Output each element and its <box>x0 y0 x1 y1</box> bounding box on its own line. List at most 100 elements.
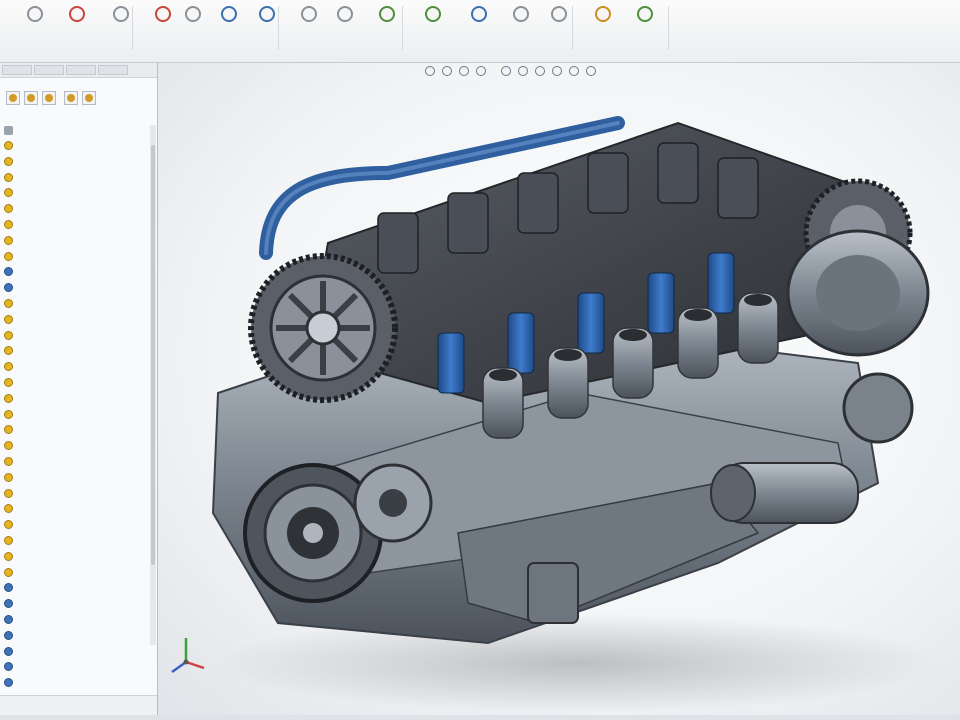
feature-yellow-icon <box>4 235 13 245</box>
feature-yellow-icon <box>4 520 13 530</box>
tree-root[interactable] <box>0 125 150 137</box>
curves-icon <box>595 6 611 22</box>
feature-yellow-icon <box>4 362 13 372</box>
ribbon-tool-button[interactable] <box>364 4 410 52</box>
sensors-button[interactable] <box>82 91 96 105</box>
tree-item[interactable] <box>0 218 150 232</box>
appearance-icon[interactable] <box>552 66 562 76</box>
section-view-icon[interactable] <box>476 66 486 76</box>
ribbon-tool-button[interactable] <box>322 4 368 52</box>
graphics-area[interactable] <box>158 63 960 715</box>
ribbon-separator <box>132 6 133 50</box>
tree-item[interactable] <box>0 281 150 295</box>
display-icon <box>27 94 35 102</box>
ribbon-tool-button[interactable] <box>410 4 456 52</box>
mirror-icon <box>337 6 353 22</box>
feature-yellow-icon <box>4 567 13 577</box>
tree-item[interactable] <box>0 581 150 595</box>
feature-yellow-icon <box>4 204 13 214</box>
view-orientation-icon[interactable] <box>501 66 511 76</box>
display-button[interactable] <box>24 91 38 105</box>
tree-item[interactable] <box>0 155 150 169</box>
draft-icon <box>471 6 487 22</box>
tree-item[interactable] <box>0 234 150 248</box>
tree-item[interactable] <box>0 139 150 153</box>
tree-item[interactable] <box>0 502 150 516</box>
tree-scrollbar[interactable] <box>150 125 156 645</box>
scrollbar-thumb[interactable] <box>151 145 155 565</box>
tree-item[interactable] <box>0 392 150 406</box>
tree-item[interactable] <box>0 455 150 469</box>
feature-yellow-icon <box>4 393 13 403</box>
hide-show-icon[interactable] <box>535 66 545 76</box>
tree-item[interactable] <box>0 550 150 564</box>
tree-item[interactable] <box>0 597 150 611</box>
tree-item[interactable] <box>0 439 150 453</box>
feature-yellow-icon <box>4 172 13 182</box>
tree-item[interactable] <box>0 660 150 674</box>
tree-item[interactable] <box>0 186 150 200</box>
view-settings-icon[interactable] <box>586 66 596 76</box>
tree-item[interactable] <box>0 297 150 311</box>
tab-feature-manager[interactable] <box>2 65 32 75</box>
tab-property-manager[interactable] <box>34 65 64 75</box>
tree-item[interactable] <box>0 408 150 422</box>
scene-icon[interactable] <box>569 66 579 76</box>
ribbon-tool-button[interactable] <box>98 4 144 52</box>
tree-item[interactable] <box>0 250 150 264</box>
feature-yellow-icon <box>4 314 13 324</box>
ribbon-tool-button[interactable] <box>536 4 582 52</box>
extrude-icon <box>27 6 43 22</box>
ribbon-tool-button[interactable] <box>622 4 668 52</box>
panel-toolbar <box>0 87 157 109</box>
tree-item[interactable] <box>0 613 150 627</box>
tree-item[interactable] <box>0 534 150 548</box>
tree-item[interactable] <box>0 376 150 390</box>
feature-yellow-icon <box>4 472 13 482</box>
filter-button[interactable] <box>6 91 20 105</box>
ribbon-separator <box>572 6 573 50</box>
history-button[interactable] <box>64 91 78 105</box>
feature-blue-icon <box>4 615 13 624</box>
feature-yellow-icon <box>4 425 13 435</box>
zoom-fit-icon[interactable] <box>425 66 435 76</box>
feature-yellow-icon <box>4 156 13 166</box>
tab-dimxpert-manager[interactable] <box>98 65 128 75</box>
tree-item[interactable] <box>0 629 150 643</box>
panel-footer <box>0 695 157 716</box>
tree-item[interactable] <box>0 487 150 501</box>
tab-configuration-manager[interactable] <box>66 65 96 75</box>
tree-item[interactable] <box>0 423 150 437</box>
ribbon-tool-button[interactable] <box>12 4 58 52</box>
ribbon-tool-button[interactable] <box>54 4 100 52</box>
zoom-area-icon[interactable] <box>442 66 452 76</box>
previous-view-icon[interactable] <box>459 66 469 76</box>
tree-item[interactable] <box>0 566 150 580</box>
orientation-triad <box>171 638 205 674</box>
tree-item[interactable] <box>0 202 150 216</box>
tree-item[interactable] <box>0 676 150 690</box>
feature-yellow-icon <box>4 141 13 150</box>
feature-blue-icon <box>4 678 13 688</box>
feature-yellow-icon <box>4 551 13 561</box>
tree-item[interactable] <box>0 171 150 185</box>
tree-item[interactable] <box>0 329 150 343</box>
instant3d-icon <box>637 6 653 22</box>
tree-item[interactable] <box>0 518 150 532</box>
tree-item[interactable] <box>0 645 150 659</box>
expand-button[interactable] <box>42 91 56 105</box>
panel-tabs <box>0 63 157 78</box>
display-style-icon[interactable] <box>518 66 528 76</box>
feature-yellow-icon <box>4 251 13 261</box>
chamfer-icon <box>259 6 275 22</box>
feature-blue-icon <box>4 646 13 656</box>
feature-yellow-icon <box>4 441 13 451</box>
tree-item[interactable] <box>0 313 150 327</box>
ribbon-tool-button[interactable] <box>580 4 626 52</box>
tree-item[interactable] <box>0 471 150 485</box>
ribbon-tool-button[interactable] <box>456 4 502 52</box>
tree-item[interactable] <box>0 344 150 358</box>
ribbon-tool-button[interactable] <box>244 4 290 52</box>
tree-item[interactable] <box>0 360 150 374</box>
tree-item[interactable] <box>0 265 150 279</box>
